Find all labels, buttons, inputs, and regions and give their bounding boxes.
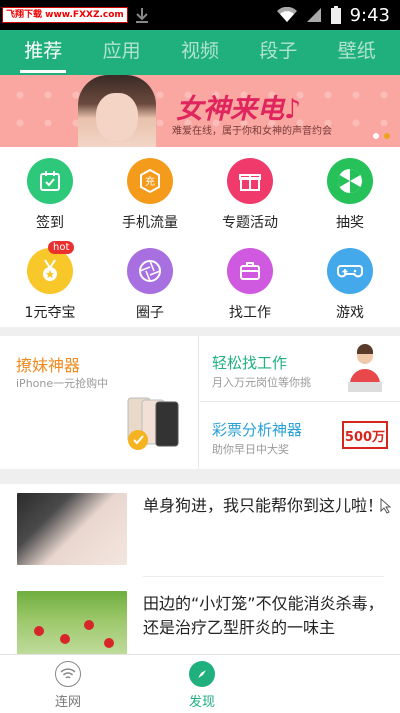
pager-dot-active [384,133,390,139]
charge-icon: 充 [127,158,173,204]
tab-video[interactable]: 视频 [175,30,225,75]
promo-banner[interactable]: 女神来电♪ 难爱在线，属于你和女神的声音约会 [0,75,400,147]
section-divider [0,327,400,336]
mouse-cursor-icon [380,498,392,514]
battery-icon [330,6,341,24]
grid-label: 1元夺宝 [24,305,76,321]
medal-icon [27,248,73,294]
promo-title: 撩妹神器 [16,356,81,375]
promo-card-jobs[interactable]: 轻松找工作 月入万元岗位等你挑 [200,336,400,402]
promo-card-lottery[interactable]: 彩票分析神器 助你早日中大奖 500万 [200,403,400,469]
status-bar: 飞翔下载 www.FXXZ.com 9:43 [0,0,400,30]
clock: 9:43 [349,4,390,26]
compass-icon [189,661,215,687]
lottery-badge: 500万 [342,421,388,449]
gift-icon [227,158,273,204]
grid-label: 签到 [36,215,64,231]
grid-item-events[interactable]: 专题活动 [200,147,300,237]
promo-subtitle: 助你早日中大奖 [212,443,289,456]
promo-title: 轻松找工作 [212,354,288,372]
grid-label: 专题活动 [222,215,278,231]
calendar-check-icon [27,158,73,204]
nav-item-discover[interactable]: 发现 [162,655,242,713]
top-tab-bar: 推荐 应用 视频 段子 壁纸 [0,30,400,75]
grid-item-lottery[interactable]: 抽奖 [300,147,400,237]
job-seeker-illustration [348,344,382,392]
briefcase-icon [227,248,273,294]
status-right: 9:43 [276,0,390,30]
grid-label: 游戏 [336,305,364,321]
promo-card-iphone[interactable]: 撩妹神器 iPhone一元抢购中 [0,336,199,469]
news-thumbnail [17,493,127,565]
news-item[interactable]: 田边的“小灯笼”不仅能消炎杀毒，还是治疗乙型肝炎的一味主 [0,582,400,654]
nav-item-connect[interactable]: 连网 [28,655,108,713]
grid-item-games[interactable]: 游戏 [300,237,400,327]
hot-badge: hot [48,241,75,254]
cell-signal-icon [306,8,321,22]
grid-label: 手机流量 [122,215,178,231]
status-left: 飞翔下载 www.FXXZ.com [0,0,150,30]
promo-title: 彩票分析神器 [212,421,303,439]
grid-item-data[interactable]: 充 手机流量 [100,147,200,237]
grid-item-checkin[interactable]: 签到 [0,147,100,237]
grid-item-jobs[interactable]: 找工作 [200,237,300,327]
gamepad-icon [327,248,373,294]
nav-label: 连网 [54,695,81,710]
news-item[interactable]: 单身狗进，我只能帮你到这儿啦！ [0,484,400,572]
nav-label: 发现 [188,695,215,710]
tab-apps[interactable]: 应用 [97,30,147,75]
promo-section: 撩妹神器 iPhone一元抢购中 轻松找工作 月入万元岗位等你挑 彩票分析神器 … [0,336,400,469]
news-title: 田边的“小灯笼”不仅能消炎杀毒，还是治疗乙型肝炎的一味主 [143,594,384,637]
grid-label: 抽奖 [336,215,364,231]
grid-label: 圈子 [136,305,164,321]
news-feed: 单身狗进，我只能帮你到这儿啦！ 田边的“小灯笼”不仅能消炎杀毒，还是治疗乙型肝炎… [0,484,400,654]
wifi-signal-icon [276,7,297,22]
pager-dot [373,133,379,139]
banner-face [96,93,138,141]
download-icon [135,8,148,23]
iphone-image [127,397,179,450]
wifi-icon [55,661,81,687]
banner-subtitle: 难爱在线，属于你和女神的声音约会 [172,126,332,137]
grid-label: 找工作 [229,305,271,321]
promo-subtitle: 月入万元岗位等你挑 [212,376,311,389]
news-thumbnail [17,591,127,654]
news-title: 单身狗进，我只能帮你到这儿啦！ [143,496,384,515]
svg-text:充: 充 [145,175,155,188]
banner-title: 女神来电♪ [176,94,302,125]
feature-grid: 签到 充 手机流量 专题活动 抽奖 1元夺宝 圈子 找工作 游戏 hot [0,147,400,327]
aperture-icon [127,248,173,294]
lottery-wheel-icon [327,158,373,204]
tab-jokes[interactable]: 段子 [253,30,303,75]
news-divider [143,576,384,577]
banner-pager [373,133,390,139]
grid-item-circle[interactable]: 圈子 [100,237,200,327]
watermark-badge: 飞翔下载 www.FXXZ.com [2,7,128,23]
section-divider [0,469,400,484]
promo-subtitle: iPhone一元抢购中 [16,377,109,390]
tab-wallpaper[interactable]: 壁纸 [332,30,382,75]
tab-recommend[interactable]: 推荐 [18,30,68,75]
bottom-nav: 连网 发现 [0,654,400,712]
